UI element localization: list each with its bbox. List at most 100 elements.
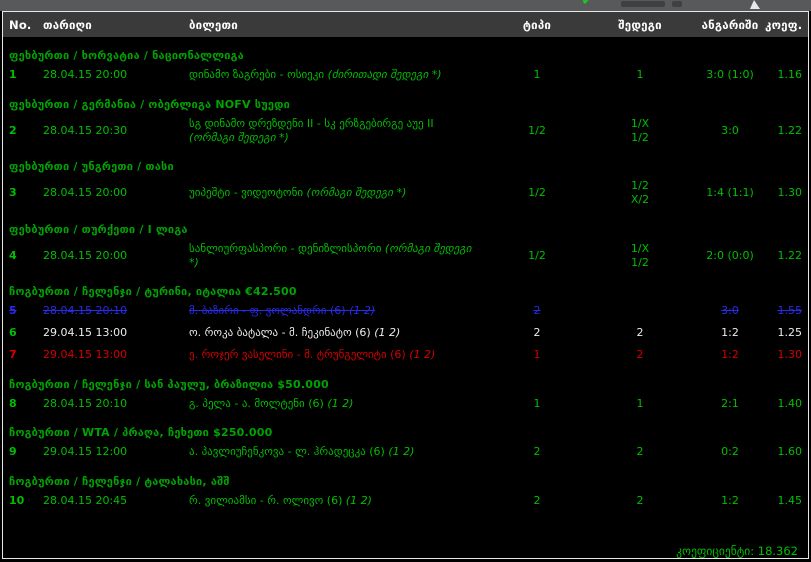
bet-coefficient: 1.30 [777,186,803,200]
table-header: No. თარიღი ბილეთი ტიპი შედეგი ანგარიში კ… [3,12,808,37]
bet-ticket: სგ დინამო დრეზდენი II - სკ ერზგებირგე აუ… [189,117,489,145]
league-section: ჩოგბურთი / ჩელენჯი / სან პაულუ, ბრაზილია… [3,376,808,415]
bet-score: 1:4 (1:1) [706,186,754,200]
bet-result: 1 [585,397,695,411]
bet-coefficient: 1.40 [777,396,803,410]
column-header-no: No. [9,17,32,32]
bet-coefficient: 1.45 [777,494,803,507]
bet-row: 3 28.04.15 20:00 უიპეშტი - ვიდეოტონი (ორ… [3,175,808,211]
total-coefficient-label: კოეფიციენტი: [676,544,755,558]
section-rows: 1 28.04.15 20:00 დინამო ზაგრები - ოსიეკი… [3,64,808,86]
bets-table: No. თარიღი ბილეთი ტიპი შედეგი ანგარიში კ… [2,11,809,559]
bet-note: (1 2) [345,494,372,507]
league-section: ფეხბურთი / თურქეთი / I ლიგა 4 28.04.15 2… [3,221,808,274]
bet-coefficient: 1.25 [777,326,803,339]
column-header-coef: კოეფ. [765,17,803,32]
bet-date: 28.04.15 20:00 [43,186,128,200]
bet-score: 3:0 [721,304,739,318]
bet-date: 28.04.15 20:00 [43,68,128,81]
section-rows: 4 28.04.15 20:00 სანლიურფასპორი - დენიზლ… [3,238,808,274]
bet-ticket: უიპეშტი - ვიდეოტონი (ორმაგი შედეგი *) [189,186,489,200]
bet-number: 1 [9,68,17,81]
table-body: ფეხბურთი / ხორვატია / ნაციონალლიგა 1 28.… [3,37,808,534]
bet-date: 28.04.15 20:30 [43,123,128,137]
league-section-title: ფეხბურთი / უნგრეთი / თასი [9,160,174,174]
bet-number: 10 [9,494,25,507]
league-section-title: ფეხბურთი / თურქეთი / I ლიგა [9,222,188,236]
bet-ticket: ო. როკა ბატალა - მ. ჩეკინატო (6) (1 2) [189,326,489,340]
bet-result-line1: 2 [636,445,644,459]
section-rows: 3 28.04.15 20:00 უიპეშტი - ვიდეოტონი (ორ… [3,175,808,211]
bet-number: 5 [9,304,17,318]
bet-result-line1: 1 [636,68,644,81]
bet-result-line1: 2 [636,326,644,339]
bet-result-line1: 1/X [630,241,650,255]
bet-result-line1: 1 [636,396,644,410]
bet-number: 9 [9,445,17,459]
bet-note: (ორმაგი შედეგი *) [306,186,407,200]
league-section: ჩოგბურთი / ჩელენჯი / ტალახასი, აშშ 10 28… [3,473,808,512]
bet-coefficient: 1.30 [777,347,803,361]
bet-result-line1: 2 [636,494,644,507]
section-rows: 9 29.04.15 12:00 ა. პავლიუჩენკოვა - ლ. ჰ… [3,441,808,463]
bet-type: 2 [533,445,541,459]
bet-score: 1:2 [721,494,739,507]
bet-row: 9 29.04.15 12:00 ა. პავლიუჩენკოვა - ლ. ჰ… [3,441,808,463]
truncated-text [621,1,665,7]
bet-number: 3 [9,186,17,200]
total-coefficient: კოეფიციენტი: 18.362 [3,542,808,558]
bet-date: 28.04.15 20:10 [43,304,128,318]
bet-ticket: გ. პელა - ა. მოლტენი (6) (1 2) [189,397,489,411]
column-header-type: ტიპი [522,17,552,32]
bet-match: გ. პელა - ა. მოლტენი (6) [189,396,324,410]
bet-result: 2 [585,348,695,362]
bet-ticket: დინამო ზაგრები - ოსიეკი (ძირითადი შედეგი… [189,68,489,82]
bet-score: 1:2 [721,326,739,339]
bet-result-line2: 1/2 [631,255,649,269]
bet-number: 7 [9,347,17,361]
bet-result-line1: 2 [636,347,644,361]
bet-number: 4 [9,248,17,262]
bet-row: 8 28.04.15 20:10 გ. პელა - ა. მოლტენი (6… [3,393,808,415]
bet-row: 5 28.04.15 20:10 მ. ბაზირი - ფ. ვოლანდრი… [3,300,808,322]
league-section: ჩოგბურთი / ჩელენჯი / ტურინი, იტალია €42.… [3,283,808,365]
bet-note: (1 2) [374,326,401,339]
bet-result: 2 [585,494,695,508]
league-section-title: ფეხბურთი / გერმანია / ობერლიგა NOFV სუედ… [9,97,290,111]
bet-coefficient: 1.22 [777,123,803,137]
bet-type: 1/2 [528,123,546,137]
bet-row: 7 29.04.15 13:00 ე. როჯერ ვასელინი - მ. … [3,344,808,366]
bet-note: (1 2) [349,304,376,318]
bet-note: (1 2) [388,445,415,459]
bet-note: (1 2) [327,396,354,410]
bet-score: 2:0 (0:0) [706,248,754,262]
bet-result: 1/X 1/2 [585,117,695,145]
bet-match: უიპეშტი - ვიდეოტონი [189,186,304,200]
bet-date: 28.04.15 20:10 [43,396,128,410]
bet-row: 4 28.04.15 20:00 სანლიურფასპორი - დენიზლ… [3,238,808,274]
bet-row: 10 28.04.15 20:45 რ. ვილიამსი - რ. ოლივო… [3,490,808,512]
bet-score: 2:1 [721,396,739,410]
league-section-title: ჩოგბურთი / ჩელენჯი / ტალახასი, აშშ [9,475,230,488]
league-section: ჩოგბურთი / WTA / პრაღა, ჩეხეთი $250.000 … [3,424,808,463]
bet-result-line1: 1/X [630,116,650,130]
bet-ticket: რ. ვილიამსი - რ. ოლივო (6) (1 2) [189,494,489,508]
bet-number: 2 [9,123,17,137]
bet-date: 28.04.15 20:45 [43,494,128,507]
bet-row: 2 28.04.15 20:30 სგ დინამო დრეზდენი II -… [3,113,808,149]
green-check-icon: ✔ [581,0,594,8]
bet-note: (ორმაგი შედეგი *) [189,130,289,144]
bet-match: ე. როჯერ ვასელინი - მ. ტრუნგელიტი (6) [189,347,406,361]
bet-note: (1 2) [409,347,436,361]
bet-coefficient: 1.60 [777,445,803,459]
bet-result-line1: 1/2 [631,179,649,193]
bet-result: 2 [585,326,695,340]
bet-type: 2 [533,326,541,339]
top-chrome-strip: ✔ [0,0,811,11]
section-rows: 5 28.04.15 20:10 მ. ბაზირი - ფ. ვოლანდრი… [3,300,808,365]
bet-match: სგ დინამო დრეზდენი II - სკ ერზგებირგე აუ… [189,116,434,130]
bet-ticket: მ. ბაზირი - ფ. ვოლანდრი (6) (1 2) [189,304,489,318]
bet-score: 3:0 (1:0) [706,68,754,81]
bet-number: 6 [9,326,17,339]
bet-type: 2 [533,494,541,507]
